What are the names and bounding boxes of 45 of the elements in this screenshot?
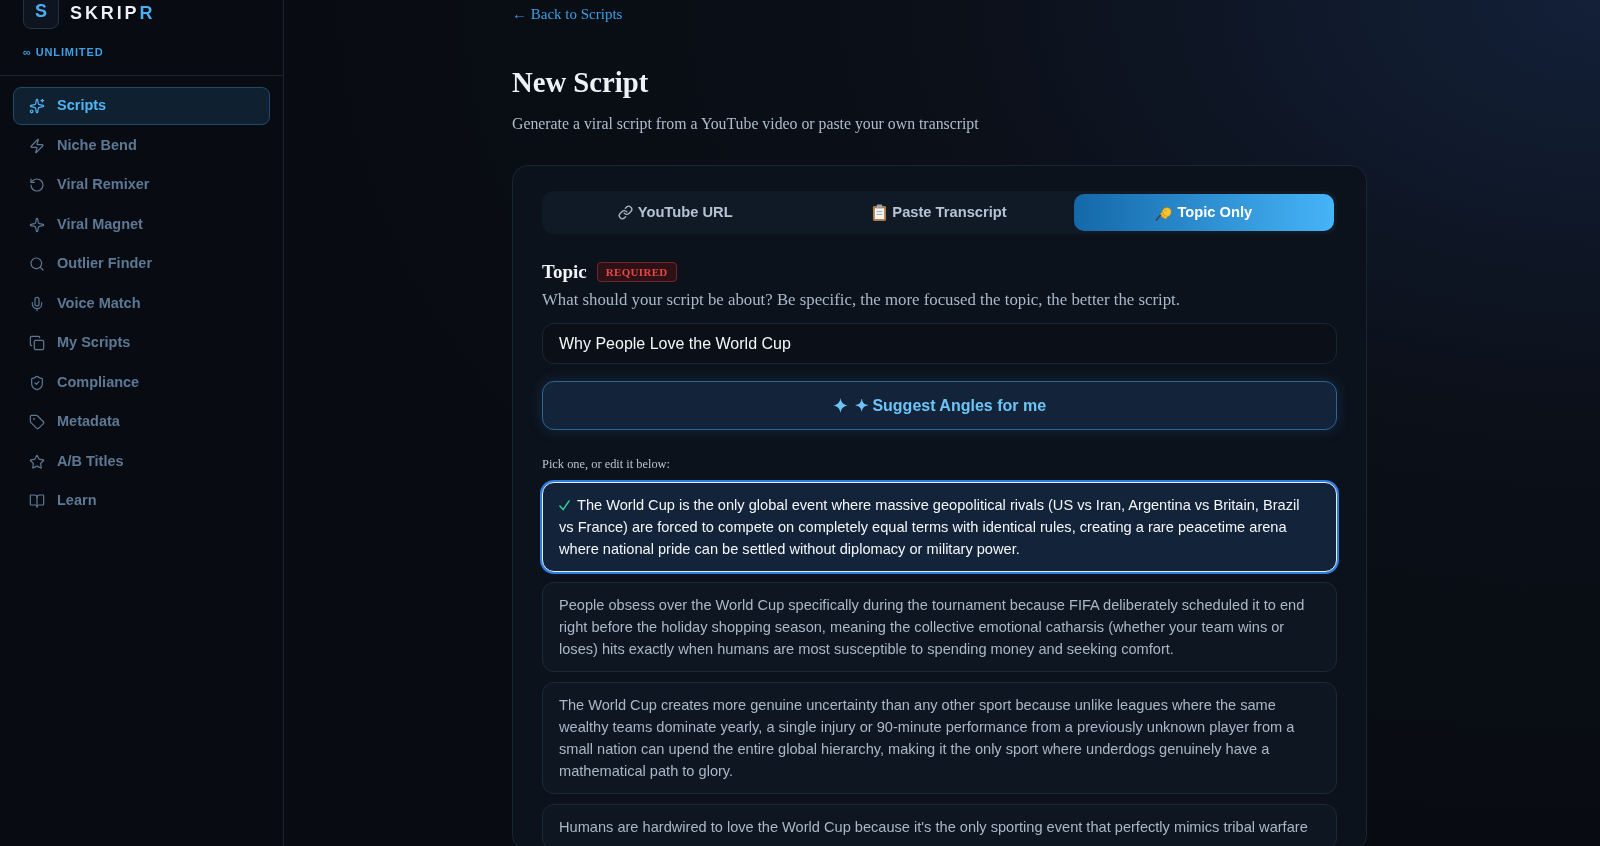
angles-hint: Pick one, or edit it below: xyxy=(542,456,671,472)
angle-option[interactable]: People obsess over the World Cup specifically during the tournament because FIFA deliberately scheduled it to end right before the holiday shopping season, meaning the collective emotional catharsis (whether your team wins or loses) hits exactly when humans are most susceptible to spending money and seeking comfort. xyxy=(542,582,1337,672)
sparkle-icon xyxy=(832,398,848,413)
open-book-icon xyxy=(29,493,45,509)
tab[interactable]: YouTube URL xyxy=(545,194,806,231)
lightning-bolt-icon xyxy=(29,137,45,154)
sidebar-item[interactable]: Compliance xyxy=(13,363,270,402)
tab[interactable]: Paste Transcript xyxy=(809,194,1070,231)
tag-icon xyxy=(29,414,45,430)
star-icon xyxy=(29,453,45,470)
check-icon xyxy=(559,500,570,511)
link-icon xyxy=(617,205,633,220)
clipboard-icon xyxy=(872,204,888,221)
copy-icon xyxy=(29,335,45,351)
tab[interactable]: Topic Only xyxy=(1073,194,1334,231)
sidebar-item[interactable]: Learn xyxy=(13,482,270,520)
writing-hand-icon xyxy=(1155,204,1173,221)
search-icon xyxy=(29,256,45,272)
sidebar-item[interactable]: A/B Titles xyxy=(13,442,270,481)
sidebar-item[interactable]: Outlier Finder xyxy=(13,245,270,283)
page-subtitle: Generate a viral script from a YouTube video or paste your own transcript xyxy=(512,114,979,135)
microphone-icon xyxy=(29,295,45,312)
back-link[interactable]: ← Back to Scripts xyxy=(512,4,623,24)
shield-check-icon xyxy=(29,374,45,391)
topic-input[interactable]: Why People Love the World Cup xyxy=(542,323,1337,364)
sidebar-item[interactable]: Metadata xyxy=(13,403,270,441)
sidebar-item[interactable]: Scripts xyxy=(13,87,270,125)
angle-option[interactable]: The World Cup creates more genuine uncertainty than any other sport because unlike leagues where the same wealthy teams dominate yearly, a single injury or 90-minute performance from a previously unknown player from a small nation can upend the entire global hierarchy, making it the only sport where underdogs genuinely have a mathematical path to glory. xyxy=(542,682,1337,794)
topic-label: Topic xyxy=(542,260,587,284)
sidebar-item[interactable]: Viral Magnet xyxy=(13,205,270,244)
logo[interactable]: S xyxy=(23,0,59,29)
sidebar-item[interactable]: Niche Bend xyxy=(13,126,270,165)
angle-option[interactable]: Humans are hardwired to love the World Cup because it's the only sporting event that perfectly mimics tribal warfare xyxy=(542,804,1337,846)
required-badge: REQUIRED xyxy=(596,262,677,282)
angle-option[interactable]: The World Cup is the only global event where massive geopolitical rivals (US vs Iran, Argentina vs Britain, Brazil vs France) are forced to compete on completely equal terms with identical rules, creating a rare peacetime arena where national pride can be settled without diplomacy or military power. xyxy=(542,482,1337,572)
sparkles-icon xyxy=(29,98,45,114)
plan-label: ∞ UNLIMITED xyxy=(23,45,104,60)
sidebar-item[interactable]: My Scripts xyxy=(13,324,270,362)
sidebar-item[interactable]: Viral Remixer xyxy=(13,166,270,204)
sparkle-icon xyxy=(29,216,45,233)
suggest-angles-button[interactable]: ✦ Suggest Angles for me xyxy=(542,381,1337,430)
sidebar-item[interactable]: Voice Match xyxy=(13,284,270,323)
page-title: New Script xyxy=(512,65,649,100)
topic-help-text: What should your script be about? Be specific, the more focused the topic, the better the script. xyxy=(542,289,1181,311)
circular-arrow-icon xyxy=(29,177,45,193)
